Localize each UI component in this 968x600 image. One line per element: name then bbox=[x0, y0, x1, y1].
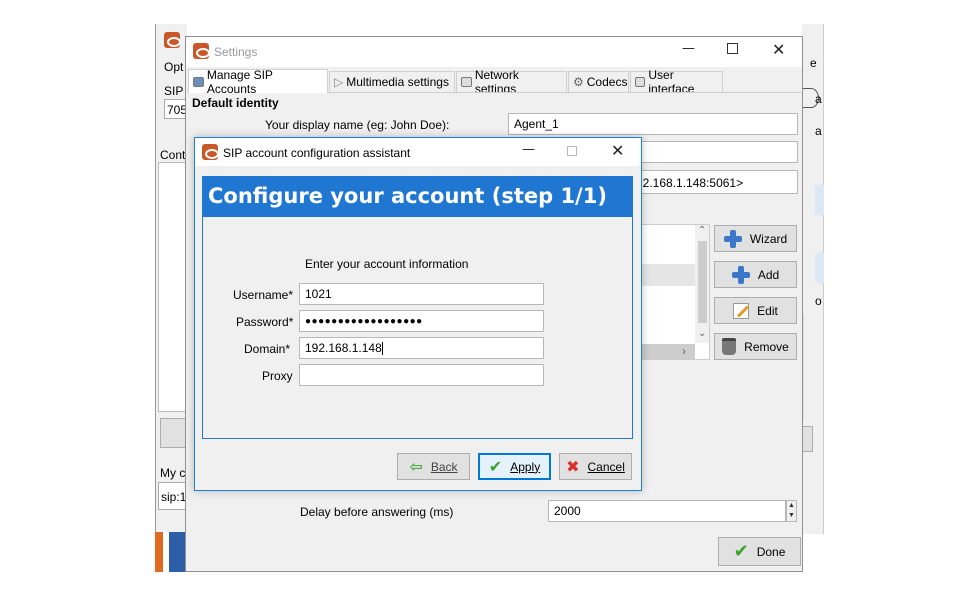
wizard-close-icon[interactable]: ✕ bbox=[611, 141, 624, 160]
gear-icon: ⚙ bbox=[573, 75, 584, 89]
tab-user-interface[interactable]: User interface bbox=[630, 68, 723, 96]
tab-manage-sip-accounts[interactable]: Manage SIP Accounts bbox=[188, 68, 328, 96]
cancel-button[interactable]: ✖ Cancel bbox=[559, 453, 632, 480]
delay-spinbox[interactable]: 2000 bbox=[548, 500, 786, 522]
settings-titlebar[interactable] bbox=[186, 37, 802, 67]
x-icon: ✖ bbox=[566, 458, 580, 476]
scroll-up-icon[interactable]: ⌃ bbox=[698, 225, 706, 236]
checkmark-icon: ✔ bbox=[733, 541, 749, 561]
tab-codecs[interactable]: ⚙ Codecs bbox=[568, 71, 629, 92]
add-button[interactable]: Add bbox=[714, 261, 797, 288]
identity-uri-field[interactable]: 92.168.1.148:5061> bbox=[630, 170, 798, 194]
account-list-row[interactable] bbox=[641, 264, 695, 286]
done-button[interactable]: ✔ Done bbox=[718, 537, 801, 566]
account-list-hscroll[interactable] bbox=[641, 344, 695, 360]
plus-icon bbox=[731, 265, 750, 284]
background-right-highlight bbox=[815, 185, 824, 215]
password-input[interactable]: ●●●●●●●●●●●●●●●●●● bbox=[299, 310, 544, 332]
wizard-intro-text: Enter your account information bbox=[305, 257, 469, 271]
background-right-fragment-3: a bbox=[815, 124, 822, 138]
username-input[interactable]: 1021 bbox=[299, 283, 544, 305]
background-right-highlight-2 bbox=[815, 253, 824, 283]
background-right-scrollbar[interactable] bbox=[803, 315, 815, 420]
wizard-title: SIP account configuration assistant bbox=[223, 146, 411, 160]
maximize-icon[interactable] bbox=[727, 43, 738, 54]
background-contacts-fragment: Cont bbox=[160, 148, 186, 162]
section-title-default-identity: Default identity bbox=[192, 96, 279, 110]
proxy-input[interactable] bbox=[299, 364, 544, 386]
wizard-minimize-icon[interactable]: — bbox=[522, 142, 535, 157]
background-sip-uri-fragment[interactable]: sip:1 bbox=[158, 482, 188, 510]
close-icon[interactable]: ✕ bbox=[772, 40, 785, 59]
window-icon bbox=[635, 77, 646, 87]
background-my-fragment: My c bbox=[160, 466, 186, 480]
background-add-contact-button[interactable] bbox=[160, 418, 188, 448]
background-right-fragment-2: a bbox=[815, 92, 822, 106]
delay-spinbox-arrows[interactable]: ▲ ▼ bbox=[786, 500, 797, 522]
people-icon bbox=[193, 76, 204, 87]
scroll-right-icon[interactable]: › bbox=[682, 344, 686, 358]
plus-icon bbox=[723, 229, 742, 248]
back-button[interactable]: ⇦ Back bbox=[397, 453, 470, 480]
delay-label: Delay before answering (ms) bbox=[300, 505, 454, 519]
remove-button[interactable]: Remove bbox=[714, 333, 797, 360]
display-name-input[interactable]: Agent_1 bbox=[508, 113, 798, 135]
domain-label: Domain* bbox=[244, 342, 291, 356]
edit-button[interactable]: Edit bbox=[714, 297, 797, 324]
wizard-app-icon bbox=[202, 144, 219, 163]
play-icon: ▷ bbox=[334, 75, 344, 89]
background-menu-fragment[interactable]: Opt bbox=[164, 60, 183, 74]
background-right-fragment-1: e bbox=[810, 56, 817, 70]
account-list-scroll-thumb[interactable] bbox=[698, 241, 707, 323]
background-right-button[interactable] bbox=[803, 426, 813, 452]
background-right-fragment-4: o bbox=[815, 294, 822, 308]
settings-app-icon bbox=[193, 43, 210, 62]
username-label: Username* bbox=[233, 288, 294, 302]
background-logo-fragment bbox=[155, 532, 187, 572]
display-name-label: Your display name (eg: John Doe): bbox=[265, 118, 450, 132]
wizard-maximize-icon bbox=[567, 146, 577, 156]
domain-input[interactable]: 192.168.1.148 bbox=[299, 337, 544, 359]
left-arrow-icon: ⇦ bbox=[409, 458, 423, 476]
tab-network-settings[interactable]: Network settings bbox=[456, 68, 567, 96]
proxy-label: Proxy bbox=[262, 369, 293, 383]
minimize-icon[interactable]: — bbox=[682, 41, 695, 56]
background-contacts-list[interactable] bbox=[158, 162, 188, 412]
wizard-header-text: Configure your account (step 1/1) bbox=[208, 184, 607, 208]
wizard-button[interactable]: Wizard bbox=[714, 225, 797, 252]
tab-multimedia-settings[interactable]: ▷ Multimedia settings bbox=[329, 71, 455, 92]
domain-input-value: 192.168.1.148 bbox=[305, 341, 382, 355]
trash-icon bbox=[722, 338, 737, 355]
network-icon bbox=[461, 77, 472, 87]
settings-title: Settings bbox=[214, 45, 258, 59]
checkmark-icon: ✔ bbox=[488, 458, 503, 476]
background-app-icon bbox=[164, 32, 181, 51]
password-label: Password* bbox=[236, 315, 294, 329]
apply-button[interactable]: ✔ Apply bbox=[478, 453, 551, 480]
pencil-icon bbox=[733, 302, 750, 319]
text-cursor bbox=[381, 342, 383, 356]
scroll-down-icon[interactable]: ⌄ bbox=[698, 328, 706, 339]
